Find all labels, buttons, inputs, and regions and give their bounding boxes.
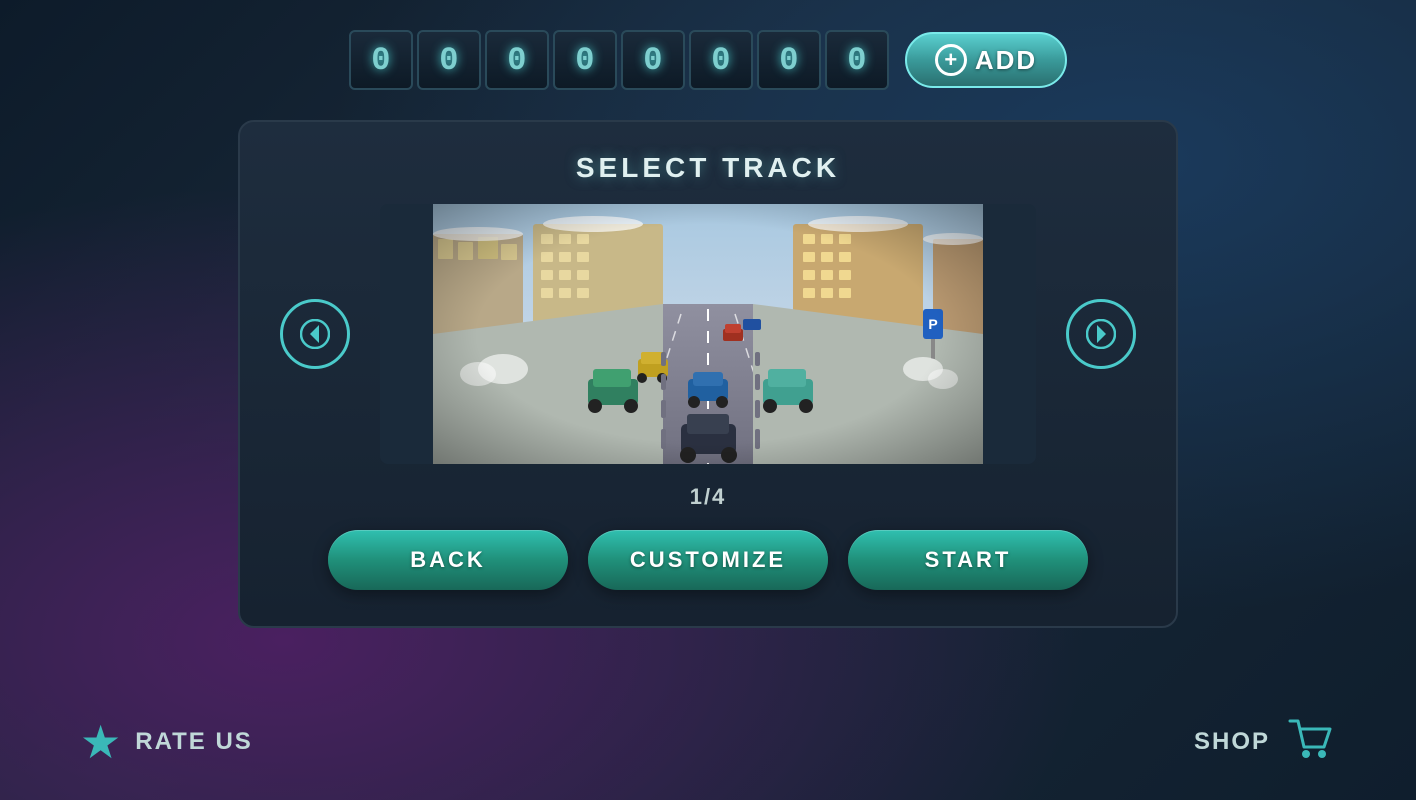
next-track-button[interactable]: [1066, 299, 1136, 369]
score-digit-1: 0: [349, 30, 413, 90]
plus-icon: +: [935, 44, 967, 76]
shop-area[interactable]: SHOP: [1194, 713, 1336, 770]
back-button[interactable]: BACK: [328, 530, 568, 590]
top-bar: 0 0 0 0 0 0 0 0 + ADD: [349, 30, 1067, 90]
customize-button[interactable]: CUSTOMIZE: [588, 530, 828, 590]
start-button[interactable]: START: [848, 530, 1088, 590]
action-buttons: BACK CUSTOMIZE START: [280, 530, 1136, 590]
score-digit-8: 0: [825, 30, 889, 90]
score-digit-2: 0: [417, 30, 481, 90]
star-icon: ★: [80, 719, 121, 765]
bottom-bar: ★ RATE US SHOP: [0, 713, 1416, 770]
add-button[interactable]: + ADD: [905, 32, 1067, 88]
panel-title: SELECT TRACK: [576, 152, 840, 184]
score-digit-6: 0: [689, 30, 753, 90]
next-arrow-icon: [1086, 319, 1116, 349]
track-scene: P: [380, 204, 1036, 464]
track-counter: 1/4: [690, 484, 727, 510]
score-digit-4: 0: [553, 30, 617, 90]
score-digit-5: 0: [621, 30, 685, 90]
rate-us-area[interactable]: ★ RATE US: [80, 719, 253, 765]
track-selector: P: [280, 204, 1136, 464]
prev-arrow-icon: [300, 319, 330, 349]
track-preview: P: [380, 204, 1036, 464]
score-digit-7: 0: [757, 30, 821, 90]
add-label: ADD: [975, 45, 1037, 76]
score-digit-3: 0: [485, 30, 549, 90]
rate-us-label: RATE US: [135, 728, 253, 756]
score-display: 0 0 0 0 0 0 0 0: [349, 30, 889, 90]
main-panel: SELECT TRACK: [238, 120, 1178, 628]
shop-label: SHOP: [1194, 728, 1270, 756]
prev-track-button[interactable]: [280, 299, 350, 369]
cart-icon: [1284, 713, 1336, 770]
